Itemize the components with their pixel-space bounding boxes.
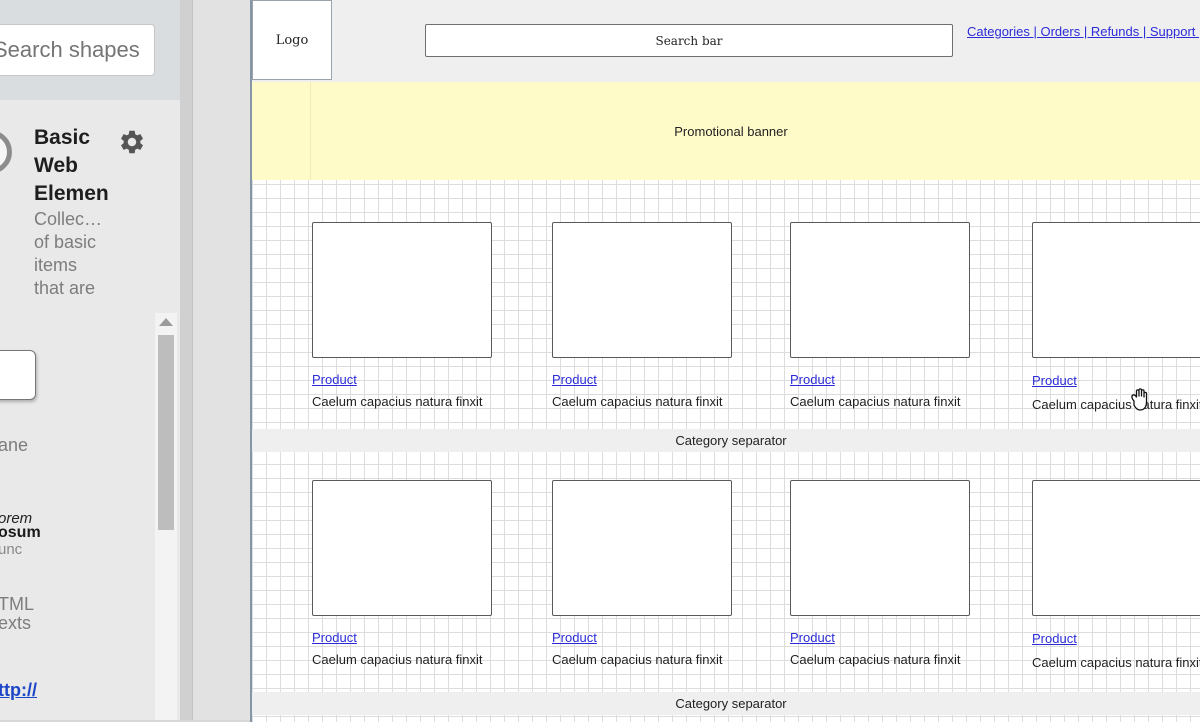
product-description: Caelum capacius natura finxit <box>1032 397 1200 412</box>
nav-separator: | <box>1195 24 1200 39</box>
library-description: Collec… of basic items that are <box>34 209 103 298</box>
product-description: Caelum capacius natura finxit <box>312 652 483 667</box>
product-card[interactable]: Product Caelum capacius natura finxit <box>552 222 734 409</box>
product-image-placeholder[interactable] <box>790 480 970 616</box>
product-link[interactable]: Product <box>1032 631 1200 646</box>
search-shapes-input[interactable] <box>0 24 155 76</box>
product-card[interactable]: Product Caelum capacius natura finxit <box>312 480 494 667</box>
gear-icon <box>121 130 143 154</box>
nav-separator: | <box>1029 24 1041 39</box>
nav-separator: | <box>1139 24 1150 39</box>
library-shape-pane-label: ane <box>0 435 29 455</box>
product-link[interactable]: Product <box>552 372 734 387</box>
scrollbar-thumb[interactable] <box>158 335 174 530</box>
product-link[interactable]: Product <box>312 630 494 645</box>
mockup-header: Logo Search bar Categories | Orders | Re… <box>252 0 1200 82</box>
product-card[interactable]: Product Caelum capacius natura finxit <box>1032 222 1200 412</box>
product-image-placeholder[interactable] <box>312 480 492 616</box>
product-description: Caelum capacius natura finxit <box>790 394 961 409</box>
product-description: Caelum capacius natura finxit <box>552 652 723 667</box>
library-settings-button[interactable] <box>116 126 148 158</box>
nav-link-refunds[interactable]: Refunds <box>1091 24 1139 39</box>
product-image-placeholder[interactable] <box>552 480 732 616</box>
category-separator[interactable]: Category separator <box>252 429 1200 452</box>
product-image-placeholder[interactable] <box>552 222 732 358</box>
nav-link-orders[interactable]: Orders <box>1040 24 1080 39</box>
product-image-placeholder[interactable] <box>1032 480 1200 616</box>
product-link[interactable]: Product <box>790 372 972 387</box>
mockup-search-bar[interactable]: Search bar <box>425 24 953 57</box>
library-shape-html-label: TML exts <box>0 594 34 633</box>
category-separator[interactable]: Category separator <box>252 692 1200 715</box>
product-card[interactable]: Product Caelum capacius natura finxit <box>552 480 734 667</box>
nav-link-support[interactable]: Support <box>1150 24 1196 39</box>
product-link[interactable]: Product <box>1032 373 1200 388</box>
product-image-placeholder[interactable] <box>312 222 492 358</box>
product-image-placeholder[interactable] <box>1032 222 1200 358</box>
library-title: Basic Web Elemen <box>34 126 109 205</box>
product-card[interactable]: Product Caelum capacius natura finxit <box>1032 480 1200 670</box>
library-shape-link[interactable]: ttp:// <box>0 680 37 701</box>
shape-library-pane: Basic Web Elemen Collec… of basic items … <box>0 0 180 720</box>
library-shape-bold-text: osum <box>0 524 41 541</box>
promotional-banner[interactable]: Promotional banner <box>252 82 1200 180</box>
library-icon <box>0 130 12 174</box>
product-description: Caelum capacius natura finxit <box>552 394 723 409</box>
nav-link-categories[interactable]: Categories <box>967 24 1030 39</box>
mockup-nav-links: Categories | Orders | Refunds | Support … <box>967 24 1200 39</box>
library-scrollbar[interactable] <box>155 313 177 720</box>
product-description: Caelum capacius natura finxit <box>1032 655 1200 670</box>
product-link[interactable]: Product <box>312 372 494 387</box>
scroll-up-arrow-icon[interactable] <box>159 318 173 326</box>
product-link[interactable]: Product <box>790 630 972 645</box>
library-search-area <box>0 0 180 100</box>
product-card[interactable]: Product Caelum capacius natura finxit <box>790 480 972 667</box>
product-image-placeholder[interactable] <box>790 222 970 358</box>
product-card[interactable]: Product Caelum capacius natura finxit <box>790 222 972 409</box>
product-description: Caelum capacius natura finxit <box>790 652 961 667</box>
pane-divider[interactable] <box>180 0 193 720</box>
library-shape-button[interactable] <box>0 350 36 400</box>
logo-placeholder[interactable]: Logo <box>252 0 332 80</box>
hand-cursor-icon <box>1131 388 1148 411</box>
library-shape-plain-text: unc <box>0 541 23 558</box>
nav-separator: | <box>1080 24 1091 39</box>
product-link[interactable]: Product <box>552 630 734 645</box>
product-card[interactable]: Product Caelum capacius natura finxit <box>312 222 494 409</box>
promotional-banner-column <box>252 82 311 180</box>
product-description: Caelum capacius natura finxit <box>312 394 483 409</box>
mockup-page[interactable]: Logo Search bar Categories | Orders | Re… <box>250 0 1200 722</box>
